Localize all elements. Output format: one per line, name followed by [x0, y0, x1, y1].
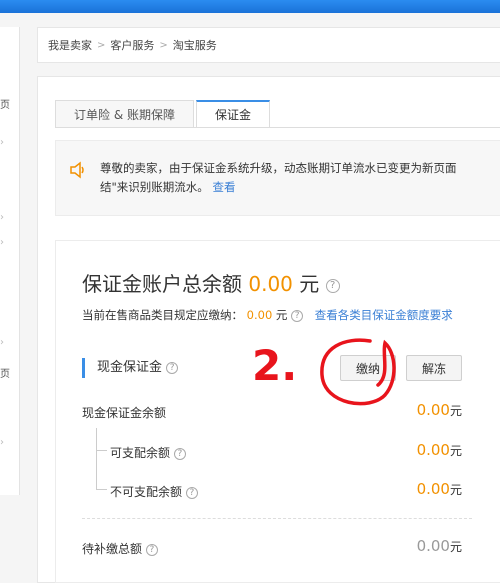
chevron-right-icon[interactable]: › — [0, 237, 4, 248]
required-amount-line: 当前在售商品类目规定应缴纳： 0.00 元 ? 查看各类目保证金额度要求 — [82, 307, 453, 323]
breadcrumb-item-seller[interactable]: 我是卖家 — [48, 37, 92, 53]
available-balance-label: 可支配余额 — [110, 446, 171, 460]
chevron-right-icon[interactable]: › — [0, 437, 4, 448]
pending-total-amount: 0.00 — [416, 537, 450, 555]
question-circle-icon[interactable]: ? — [166, 361, 179, 374]
tab-order-insurance[interactable]: 订单险 & 账期保障 — [55, 100, 194, 128]
pending-total-unit: 元 — [449, 540, 462, 554]
divider — [82, 518, 472, 519]
unfreeze-button[interactable]: 解冻 — [406, 355, 462, 381]
unavailable-balance-value: 0.00元 — [380, 480, 462, 498]
cash-balance-amount: 0.00 — [416, 401, 450, 419]
question-circle-icon[interactable]: ? — [325, 278, 340, 293]
cash-balance-label: 现金保证金余额 — [82, 406, 167, 420]
question-circle-icon[interactable]: ? — [145, 543, 158, 556]
unavailable-balance-unit: 元 — [449, 483, 462, 497]
unavailable-balance-row: 不可支配余额 ? — [110, 483, 198, 500]
available-balance-unit: 元 — [449, 444, 462, 458]
required-amount-label: 当前在售商品类目规定应缴纳： — [82, 308, 243, 322]
unavailable-balance-label: 不可支配余额 — [110, 485, 183, 499]
breadcrumb-separator: > — [159, 39, 168, 51]
pending-total-value: 0.00元 — [380, 537, 462, 555]
chevron-right-icon[interactable]: › — [0, 337, 4, 348]
speaker-icon — [70, 161, 84, 179]
tree-connector — [96, 428, 108, 490]
required-amount-value: 0.00 — [246, 308, 273, 322]
notice-text-line2-body: 结"来识别账期流水。 — [100, 180, 209, 194]
breadcrumb-item-customer-service[interactable]: 客户服务 — [110, 37, 154, 53]
notice-view-link[interactable]: 查看 — [212, 180, 235, 194]
breadcrumb: 我是卖家 > 客户服务 > 淘宝服务 — [37, 27, 500, 63]
notice-banner: 尊敬的卖家，由于保证金系统升级，动态账期订单流水已变更为新页面 结"来识别账期流… — [55, 140, 500, 216]
cash-deposit-section-title: 现金保证金 ? — [82, 358, 179, 378]
side-menu-fragment: 页 — [0, 100, 10, 111]
annotation-number: 2. — [252, 341, 297, 390]
required-amount-unit: 元 — [275, 308, 288, 322]
tab-divider — [55, 127, 500, 128]
tab-deposit[interactable]: 保证金 — [196, 100, 271, 128]
chevron-right-icon[interactable]: › — [0, 137, 4, 148]
breadcrumb-item-taobao-service[interactable]: 淘宝服务 — [173, 37, 217, 53]
total-balance-heading: 保证金账户总余额 0.00 元 ? — [82, 268, 340, 297]
breadcrumb-separator: > — [97, 39, 106, 51]
category-requirement-link[interactable]: 查看各类目保证金额度要求 — [315, 308, 453, 322]
total-balance-amount: 0.00 — [248, 272, 293, 296]
handwritten-annotation: 2. — [252, 338, 396, 406]
pending-total-label: 待补缴总额 — [82, 542, 143, 556]
question-circle-icon[interactable]: ? — [173, 447, 186, 460]
notice-text-line2: 结"来识别账期流水。 查看 — [100, 178, 235, 197]
cash-deposit-title-text: 现金保证金 — [97, 360, 163, 375]
question-circle-icon[interactable]: ? — [291, 309, 304, 322]
unavailable-balance-amount: 0.00 — [416, 480, 450, 498]
side-menu-fragment: 页 — [0, 369, 10, 380]
total-balance-label: 保证金账户总余额 — [82, 272, 242, 296]
notice-text-line1: 尊敬的卖家，由于保证金系统升级，动态账期订单流水已变更为新页面 — [100, 161, 457, 175]
cash-balance-unit: 元 — [449, 404, 462, 418]
question-circle-icon[interactable]: ? — [185, 486, 198, 499]
chevron-right-icon[interactable]: › — [0, 212, 4, 223]
available-balance-value: 0.00元 — [380, 441, 462, 459]
top-nav-bar — [0, 0, 500, 13]
available-balance-amount: 0.00 — [416, 441, 450, 459]
side-menu: 页 › › › › 页 › — [0, 27, 20, 495]
pending-total-row: 待补缴总额 ? — [82, 540, 158, 557]
available-balance-row: 可支配余额 ? — [110, 444, 186, 461]
tab-bar: 订单险 & 账期保障 保证金 — [55, 100, 271, 128]
total-balance-unit: 元 — [299, 272, 320, 296]
